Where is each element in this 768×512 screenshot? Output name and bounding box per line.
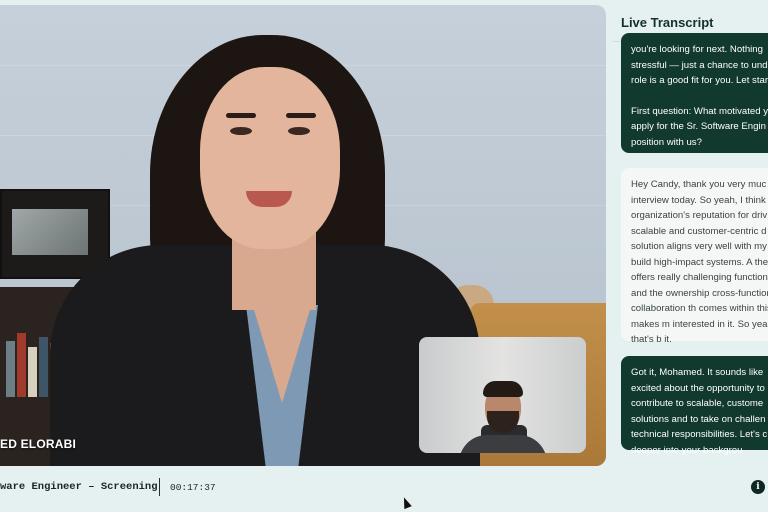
info-icon[interactable]: i xyxy=(751,480,765,494)
wall-picture xyxy=(0,189,110,279)
transcript-message-interviewer: you're looking for next. Nothing stressf… xyxy=(621,33,768,153)
message-text: Hey Candy, thank you very muc interview … xyxy=(631,179,768,345)
session-timer: 00:17:37 xyxy=(170,482,216,493)
transcript-message-interviewer: Got it, Mohamed. It sounds like excited … xyxy=(621,356,768,456)
message-text: Got it, Mohamed. It sounds like excited … xyxy=(631,367,768,456)
transcript-title: Live Transcript xyxy=(621,15,714,30)
transcript-message-candidate: Hey Candy, thank you very muc interview … xyxy=(621,168,768,345)
transcript-panel[interactable]: Live Transcript you're looking for next.… xyxy=(606,0,768,466)
message-text: you're looking for next. Nothing stressf… xyxy=(631,44,768,86)
participant-name-tag: ED ELORABI xyxy=(0,437,77,451)
interview-app: ED ELORABI Live Transcript you're lookin… xyxy=(0,0,768,512)
interviewer-face xyxy=(200,67,340,249)
bar-divider xyxy=(159,478,160,496)
bottom-bar: ware Engineer – Screening 00:17:37 i xyxy=(0,466,768,512)
message-text: First question: What motivated y apply f… xyxy=(631,105,768,148)
self-view-video[interactable] xyxy=(419,337,586,453)
session-title: ware Engineer – Screening xyxy=(0,481,158,493)
